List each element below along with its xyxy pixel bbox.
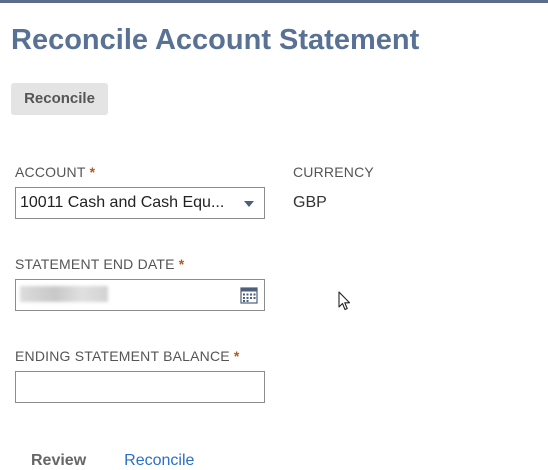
ending-statement-balance-input[interactable] bbox=[15, 371, 265, 403]
redacted-date-value bbox=[20, 286, 108, 302]
chevron-down-icon[interactable] bbox=[244, 201, 254, 207]
statement-end-date-label-text: STATEMENT END DATE bbox=[15, 256, 175, 272]
statement-end-date-input[interactable] bbox=[15, 279, 265, 311]
ending-statement-balance-label-text: ENDING STATEMENT BALANCE bbox=[15, 348, 230, 364]
calendar-icon[interactable] bbox=[240, 286, 258, 309]
reconcile-button[interactable]: Reconcile bbox=[11, 83, 108, 115]
tab-reconcile[interactable]: Reconcile bbox=[124, 452, 194, 469]
tab-bar: Review Reconcile bbox=[31, 452, 194, 470]
tab-review[interactable]: Review bbox=[31, 452, 86, 469]
account-select-value: 10011 Cash and Cash Equ... bbox=[20, 194, 225, 211]
account-label-text: ACCOUNT bbox=[15, 164, 86, 180]
required-mark: * bbox=[178, 256, 185, 272]
page-title: Reconcile Account Statement bbox=[11, 24, 420, 56]
account-label: ACCOUNT * bbox=[15, 164, 95, 180]
ending-statement-balance-label: ENDING STATEMENT BALANCE * bbox=[15, 348, 240, 364]
statement-end-date-label: STATEMENT END DATE * bbox=[15, 256, 184, 272]
top-accent-line bbox=[0, 0, 548, 3]
mouse-cursor-icon bbox=[338, 291, 351, 316]
required-mark: * bbox=[89, 164, 96, 180]
account-select[interactable]: 10011 Cash and Cash Equ... bbox=[15, 187, 265, 219]
required-mark: * bbox=[233, 348, 240, 364]
currency-value: GBP bbox=[293, 194, 327, 211]
currency-label: CURRENCY bbox=[293, 164, 374, 180]
